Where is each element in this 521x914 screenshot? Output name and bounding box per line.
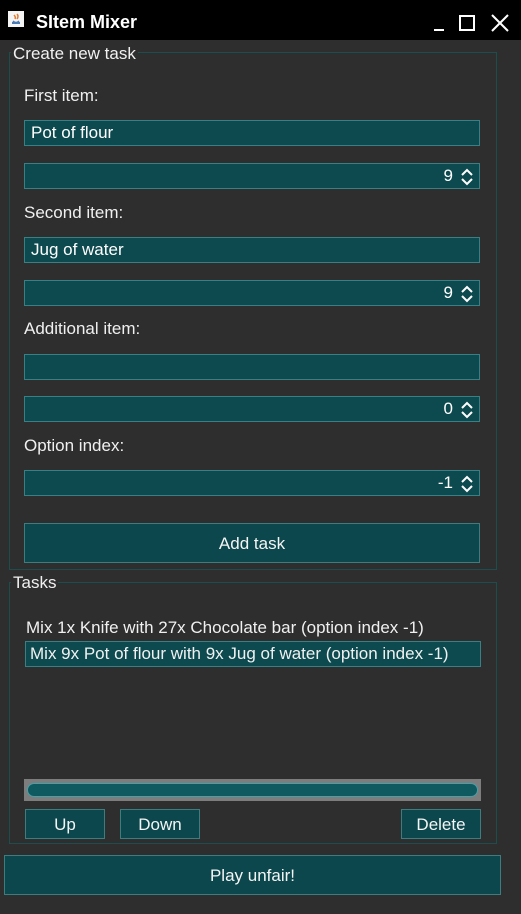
additional-item-amount-value: 0 [443, 399, 453, 418]
horizontal-scrollbar[interactable] [24, 779, 481, 801]
window-title: SItem Mixer [36, 12, 138, 32]
additional-item-label: Additional item: [24, 319, 141, 338]
create-task-group-title: Create new task [11, 44, 138, 64]
spinner-arrows-icon[interactable] [459, 167, 475, 187]
option-index-value: -1 [437, 473, 453, 492]
option-index-spinner[interactable]: -1 [24, 470, 480, 496]
play-unfair-button[interactable]: Play unfair! [4, 855, 501, 895]
option-index-label: Option index: [24, 436, 125, 455]
spinner-arrows-icon[interactable] [459, 400, 475, 420]
second-item-amount-spinner[interactable]: 9 [24, 280, 480, 306]
close-icon[interactable] [487, 10, 513, 34]
additional-item-field[interactable] [24, 354, 480, 380]
minimize-icon[interactable] [426, 10, 452, 34]
second-item-label: Second item: [24, 203, 124, 222]
list-item-selected[interactable]: Mix 9x Pot of flour with 9x Jug of water… [25, 641, 481, 667]
spinner-arrows-icon[interactable] [459, 474, 475, 494]
title-bar: SItem Mixer [0, 0, 521, 40]
maximize-icon[interactable] [454, 10, 480, 34]
list-item[interactable]: Mix 1x Knife with 27x Chocolate bar (opt… [26, 618, 424, 638]
first-item-label: First item: [24, 86, 99, 105]
additional-item-amount-spinner[interactable]: 0 [24, 396, 480, 422]
down-button[interactable]: Down [120, 809, 200, 839]
second-item-amount-value: 9 [443, 283, 453, 302]
first-item-field[interactable]: Pot of flour [24, 120, 480, 146]
second-item-field[interactable]: Jug of water [24, 237, 480, 263]
scrollbar-thumb[interactable] [27, 783, 478, 797]
add-task-button[interactable]: Add task [24, 523, 480, 563]
up-button[interactable]: Up [25, 809, 105, 839]
first-item-amount-value: 9 [443, 166, 453, 185]
app-window: SItem Mixer Create new task First item: … [0, 0, 521, 914]
delete-button[interactable]: Delete [401, 809, 481, 839]
first-item-amount-spinner[interactable]: 9 [24, 163, 480, 189]
spinner-arrows-icon[interactable] [459, 284, 475, 304]
java-app-icon [8, 11, 24, 27]
tasks-group-title: Tasks [11, 573, 59, 593]
